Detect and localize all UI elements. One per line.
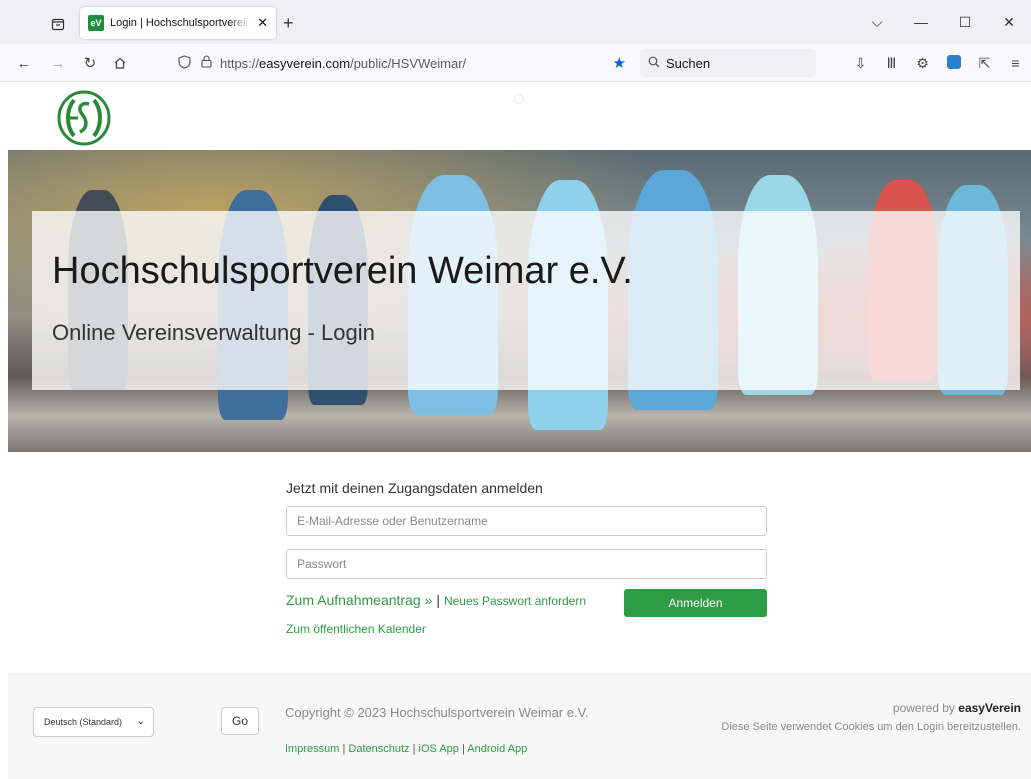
browser-navbar: ← → ↻ https://easyverein.com/public/HSVW…	[0, 44, 1031, 82]
tab-overflow-chevron-icon[interactable]: ⌵	[855, 14, 899, 31]
library-icon[interactable]: Ⅲ	[876, 55, 907, 72]
reload-icon[interactable]: ↻	[80, 53, 100, 73]
login-heading: Jetzt mit deinen Zugangsdaten anmelden	[286, 480, 543, 496]
address-bar[interactable]: https://easyverein.com/public/HSVWeimar/…	[168, 49, 638, 77]
link-separator: |	[436, 592, 440, 608]
page-footer: Deutsch (Standard) ⌄ Go Copyright © 2023…	[8, 674, 1031, 779]
url-text: https://easyverein.com/public/HSVWeimar/	[220, 56, 466, 71]
share-icon[interactable]: ⇱	[969, 55, 1000, 72]
lock-icon[interactable]	[201, 55, 212, 71]
login-links-row: Zum Aufnahmeantrag » | Neues Passwort anfo…	[286, 592, 586, 610]
extension-icon[interactable]	[938, 54, 969, 72]
copyright-text: Copyright © 2023 Hochschulsportverein We…	[285, 705, 589, 720]
powered-brand: easyVerein	[958, 701, 1021, 715]
close-window-icon[interactable]: ✕	[987, 14, 1031, 31]
browser-tab-active[interactable]: eV Login | Hochschulsportverein Weimar e…	[80, 7, 276, 39]
downloads-icon[interactable]: ⇩	[845, 55, 876, 72]
public-calendar-link[interactable]: Zum öffentlichen Kalender	[286, 622, 426, 636]
url-domain: easyverein.com	[259, 55, 351, 71]
datenschutz-link[interactable]: Datenschutz	[348, 743, 409, 755]
powered-by-text[interactable]: powered by easyVerein	[893, 701, 1021, 715]
tab-title: Login | Hochschulsportverein Weimar e.V.	[110, 17, 250, 29]
home-icon[interactable]	[110, 53, 130, 73]
hsv-logo[interactable]	[56, 90, 112, 146]
url-path: /public/HSVWeimar/	[350, 55, 467, 71]
search-placeholder: Suchen	[666, 55, 711, 71]
bookmark-star-icon[interactable]: ★	[613, 54, 626, 72]
search-bar[interactable]: Suchen	[640, 49, 816, 77]
password-input[interactable]	[286, 549, 767, 579]
ios-app-link[interactable]: iOS App	[419, 743, 459, 755]
impressum-link[interactable]: Impressum	[285, 743, 339, 755]
loading-spinner	[514, 94, 524, 104]
search-icon	[648, 56, 660, 71]
language-selected-value: Deutsch (Standard)	[44, 717, 123, 727]
hsv-logo-icon	[57, 90, 111, 146]
hero-overlay-panel	[32, 211, 1020, 390]
minimize-icon[interactable]: —	[899, 14, 943, 30]
web-page: Hochschulsportverein Weimar e.V. Online …	[0, 82, 1031, 779]
chevron-down-icon: ⌄	[136, 716, 145, 727]
tracking-protection-shield-icon[interactable]	[178, 54, 191, 72]
login-submit-button[interactable]: Anmelden	[624, 589, 767, 617]
menu-icon[interactable]: ≡	[1000, 55, 1031, 71]
powered-brand-light: easy	[958, 701, 985, 715]
reset-password-link[interactable]: Neues Passwort anfordern	[444, 594, 586, 608]
url-prefix: https://	[220, 55, 260, 71]
toolbar-icons: ⇩ Ⅲ ⚙ ⇱ ≡	[845, 44, 1031, 82]
username-input[interactable]	[286, 506, 767, 536]
language-select[interactable]: Deutsch (Standard) ⌄	[33, 707, 154, 737]
cookie-notice: Diese Seite verwendet Cookies um den Log…	[721, 721, 1021, 733]
window-controls: ⌵ — ☐ ✕	[855, 0, 1031, 44]
language-go-button[interactable]: Go	[221, 707, 259, 735]
footer-links: Impressum | Datenschutz | iOS App | Andr…	[285, 743, 527, 755]
powered-prefix: powered by	[892, 701, 959, 715]
hero-subtitle: Online Vereinsverwaltung - Login	[52, 320, 375, 345]
easyverein-favicon-icon: eV	[88, 15, 104, 31]
settings-gear-icon[interactable]: ⚙	[907, 55, 938, 72]
tab-close-icon[interactable]: ✕	[257, 15, 268, 31]
maximize-icon[interactable]: ☐	[943, 14, 987, 31]
new-tab-icon[interactable]: +	[283, 13, 294, 34]
membership-application-link[interactable]: Zum Aufnahmeantrag »	[286, 592, 432, 608]
android-app-link[interactable]: Android App	[467, 743, 527, 755]
login-form: Jetzt mit deinen Zugangsdaten anmelden Z…	[286, 480, 767, 636]
browser-tabbar: eV Login | Hochschulsportverein Weimar e…	[0, 0, 1031, 44]
back-icon[interactable]: ←	[14, 53, 34, 73]
forward-icon[interactable]: →	[48, 53, 68, 73]
hero-title: Hochschulsportverein Weimar e.V.	[52, 250, 633, 292]
tab-list-icon[interactable]	[48, 14, 68, 34]
powered-brand-bold: Verein	[984, 701, 1021, 715]
